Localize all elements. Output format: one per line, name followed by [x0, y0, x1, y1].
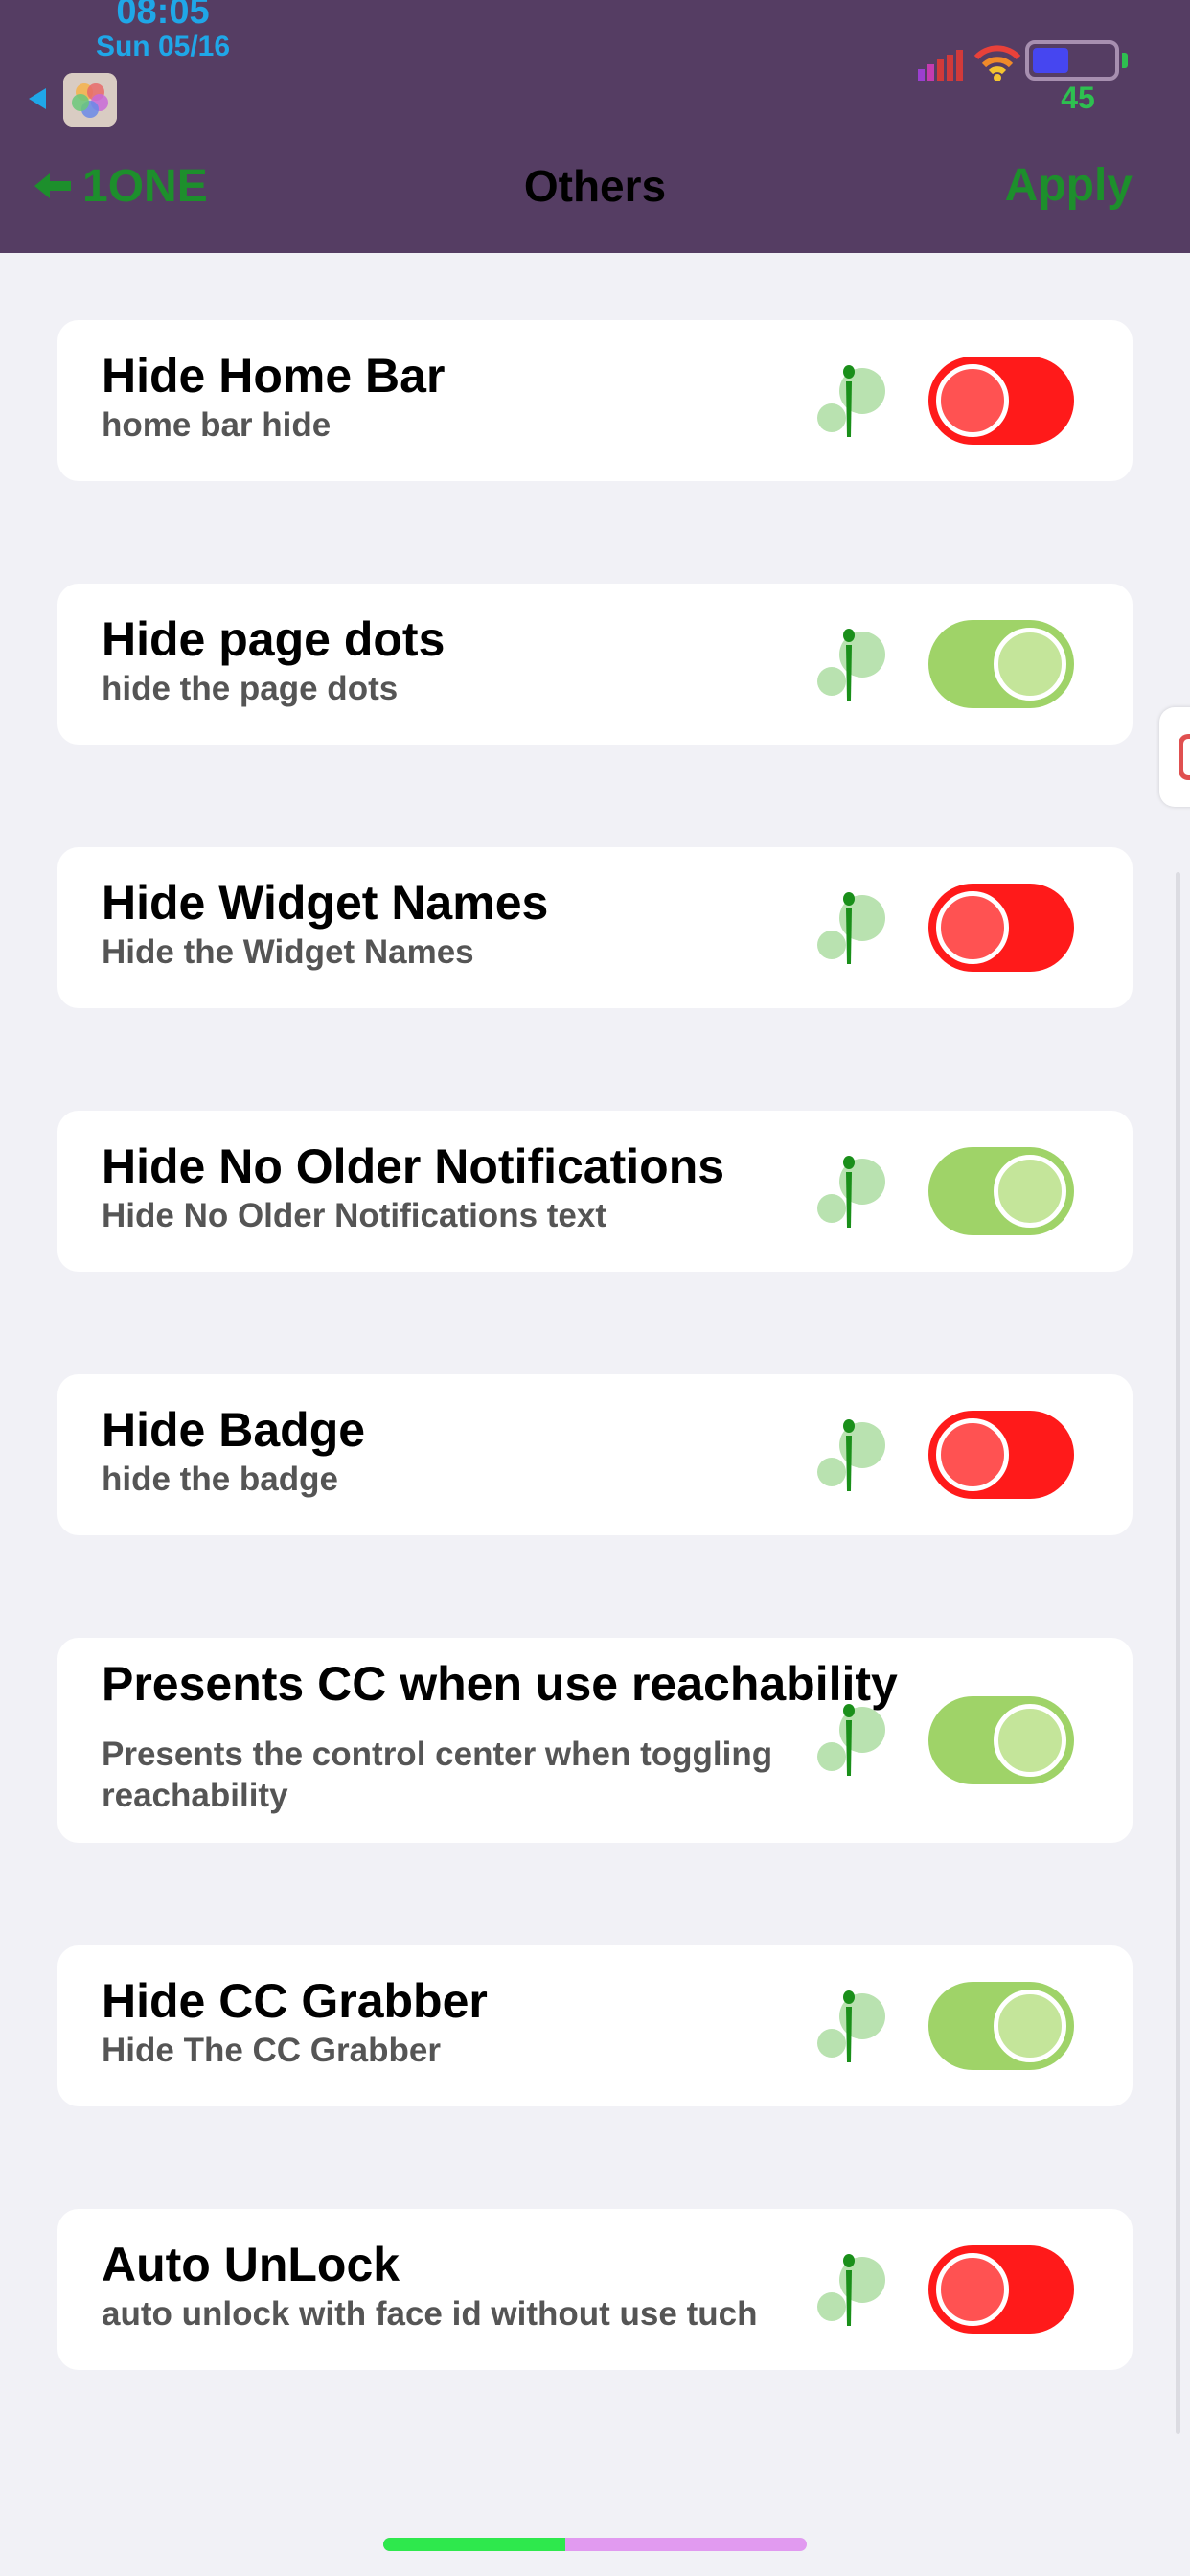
setting-subtitle: hide the page dots [102, 670, 399, 707]
setting-row-hide-widget-names: Hide Widget Names Hide the Widget Names [57, 847, 1133, 1008]
apply-button[interactable]: Apply [958, 157, 1133, 215]
mascot-icon [814, 626, 891, 702]
setting-subtitle: hide the badge [102, 1460, 338, 1498]
setting-row-presents-cc-reachability: Presents CC when use reachability Presen… [57, 1638, 1133, 1843]
toggle-knob [994, 628, 1066, 701]
battery-nub [1122, 53, 1128, 68]
toggle-switch[interactable] [928, 2245, 1074, 2334]
mascot-icon [814, 1701, 891, 1778]
mascot-icon [814, 1416, 891, 1493]
side-handle-icon [1179, 734, 1190, 780]
setting-title: Hide No Older Notifications [102, 1139, 725, 1193]
toggle-switch[interactable] [928, 884, 1074, 972]
page-title: Others [523, 161, 667, 211]
setting-row-auto-unlock: Auto UnLock auto unlock with face id wit… [57, 2209, 1133, 2370]
setting-row-hide-badge: Hide Badge hide the badge [57, 1374, 1133, 1535]
back-arrow-icon [33, 171, 73, 201]
toggle-switch[interactable] [928, 1147, 1074, 1235]
toggle-knob [936, 364, 1009, 437]
setting-row-hide-cc-grabber: Hide CC Grabber Hide The CC Grabber [57, 1945, 1133, 2106]
setting-title: Hide Home Bar [102, 349, 446, 402]
mascot-icon [814, 889, 891, 966]
side-handle-tab[interactable] [1159, 707, 1190, 807]
battery-icon [1025, 40, 1119, 80]
battery-level [1033, 48, 1068, 73]
toggle-knob [936, 891, 1009, 964]
setting-title: Hide Widget Names [102, 876, 549, 930]
toggle-switch[interactable] [928, 1696, 1074, 1784]
toggle-knob [994, 1704, 1066, 1777]
status-date: Sun 05/16 [95, 31, 231, 62]
battery-percent: 45 [1061, 80, 1095, 115]
setting-subtitle: home bar hide [102, 406, 332, 444]
mascot-icon [814, 1988, 891, 2064]
toggle-switch[interactable] [928, 1411, 1074, 1499]
mascot-icon [814, 1153, 891, 1230]
toggle-switch[interactable] [928, 620, 1074, 708]
back-button-label: 1ONE [82, 160, 208, 212]
toggle-switch[interactable] [928, 356, 1074, 445]
toggle-knob [994, 1990, 1066, 2062]
photos-app-icon[interactable] [63, 73, 117, 126]
mascot-icon [814, 362, 891, 439]
setting-subtitle: Hide the Widget Names [102, 933, 474, 971]
setting-title: Hide Badge [102, 1403, 366, 1457]
setting-subtitle: Hide The CC Grabber [102, 2032, 441, 2069]
setting-subtitle: Presents the control center when togglin… [102, 1736, 773, 1814]
mascot-icon [814, 2251, 891, 2328]
home-indicator-bar[interactable] [383, 2538, 807, 2551]
home-indicator-fill [383, 2538, 565, 2551]
toggle-knob [936, 1418, 1009, 1491]
setting-row-hide-page-dots: Hide page dots hide the page dots [57, 584, 1133, 745]
back-button[interactable]: 1ONE [33, 157, 208, 215]
setting-row-hide-no-older-notifications: Hide No Older Notifications Hide No Olde… [57, 1111, 1133, 1272]
setting-subtitle: Hide No Older Notifications text [102, 1197, 606, 1234]
setting-row-hide-home-bar: Hide Home Bar home bar hide [57, 320, 1133, 481]
header-bar: 08:05 Sun 05/16 45 1ONE Others Apply [0, 0, 1190, 253]
back-to-app-icon[interactable] [29, 88, 46, 109]
toggle-switch[interactable] [928, 1982, 1074, 2070]
setting-title: Hide CC Grabber [102, 1974, 488, 2028]
setting-title: Auto UnLock [102, 2238, 400, 2291]
setting-title: Hide page dots [102, 612, 446, 666]
scrollbar[interactable] [1176, 872, 1180, 2434]
toggle-knob [994, 1155, 1066, 1228]
cellular-signal-icon [918, 48, 968, 80]
status-time: 08:05 [116, 0, 210, 32]
setting-title: Presents CC when use reachability [102, 1657, 898, 1711]
toggle-knob [936, 2253, 1009, 2326]
setting-subtitle: auto unlock with face id without use tuc… [102, 2295, 758, 2333]
wifi-icon [973, 42, 1021, 82]
